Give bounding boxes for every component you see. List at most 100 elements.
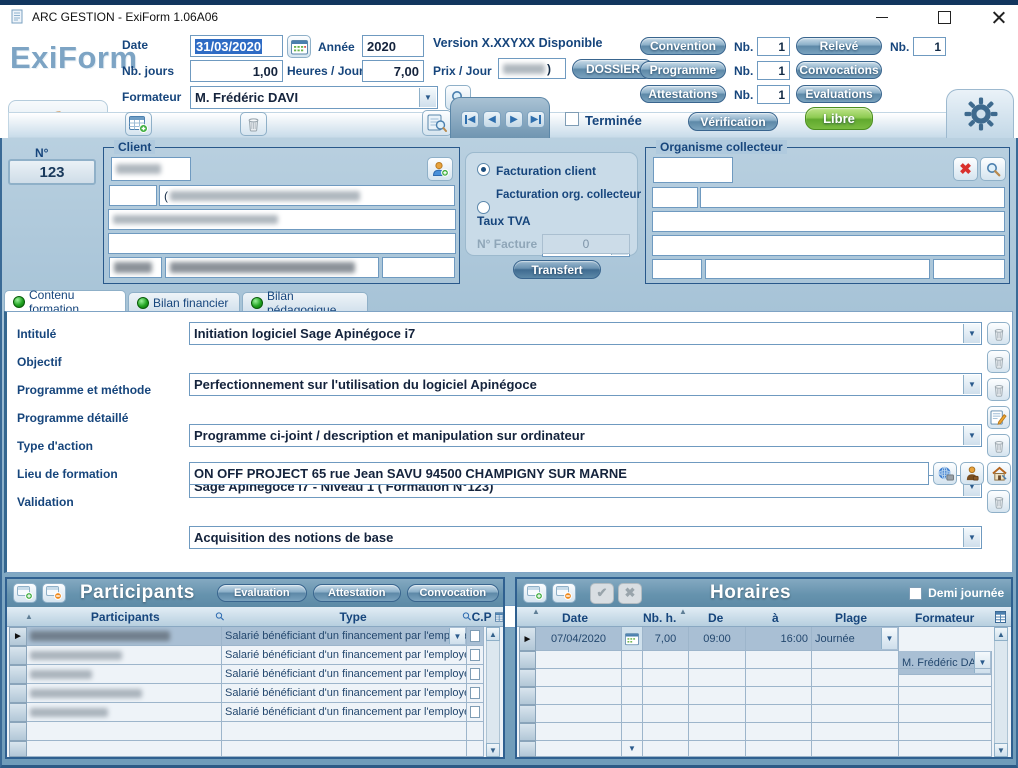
empty-cell[interactable] [536,741,622,757]
formateur-combobox[interactable]: M. Frédéric DAVI ▼ [190,86,438,109]
type-action-delete-button[interactable] [987,434,1010,457]
new-record-button[interactable] [125,112,152,136]
empty-cell[interactable] [27,722,222,741]
cp-checkbox[interactable] [470,706,480,718]
cp-checkbox[interactable] [470,687,480,699]
organisme-address1-input[interactable] [652,211,1005,232]
chevron-down-icon[interactable]: ▼ [963,426,980,445]
lieu-formation-input[interactable]: ON OFF PROJECT 65 rue Jean SAVU 94500 CH… [189,462,929,485]
empty-cell[interactable] [899,669,992,687]
lieu-web-button[interactable] [933,462,957,485]
terminee-checkbox[interactable] [565,112,579,126]
heures-jour-input[interactable]: 7,00 [362,60,424,82]
table-columns-icon[interactable] [495,611,503,623]
programme-button[interactable]: Programme [640,61,726,79]
nb-convention-input[interactable]: 1 [757,37,790,56]
demi-journee-checkbox[interactable] [909,587,922,600]
empty-cell[interactable] [746,651,812,669]
remove-participant-button[interactable] [42,583,66,603]
row-selector[interactable] [9,741,27,757]
nb-releve-input[interactable]: 1 [913,37,946,56]
evaluations-button[interactable]: Evaluations [796,85,882,103]
client-phone-input[interactable]: ( [159,185,455,206]
nav-previous-button[interactable]: ◀ [483,111,501,128]
empty-cell[interactable] [689,669,746,687]
row-selector[interactable] [519,669,536,687]
chevron-down-icon[interactable]: ▼ [449,628,465,644]
participant-name-cell[interactable] [27,665,222,684]
row-selector[interactable]: ► [9,627,27,646]
add-client-button[interactable] [427,157,453,181]
sort-asc-icon[interactable]: ▲ [25,613,33,621]
releve-button[interactable]: Relevé [796,37,882,55]
scroll-down-icon[interactable]: ▼ [486,743,500,757]
intitule-combobox[interactable]: Initiation logiciel Sage Apinégoce i7 ▼ [189,322,982,345]
verification-button[interactable]: Vérification [688,112,778,131]
participant-type-cell[interactable]: Salarié bénéficiant d'un financement par… [222,627,467,646]
empty-cell[interactable] [689,687,746,705]
lieu-contact-button[interactable] [960,462,984,485]
attestation-button[interactable]: Attestation [313,584,401,602]
libre-button[interactable]: Libre [805,107,873,130]
empty-cell[interactable] [643,669,689,687]
convention-button[interactable]: Convention [640,37,726,55]
evaluation-button[interactable]: Evaluation [217,584,307,602]
empty-cell[interactable] [746,723,812,741]
empty-cell[interactable] [899,687,992,705]
empty-cell[interactable] [27,741,222,757]
empty-cell[interactable] [622,723,643,741]
nav-last-button[interactable]: ▶ [527,111,545,128]
empty-cell[interactable] [812,687,899,705]
row-selector[interactable] [9,722,27,741]
organisme-address2-input[interactable] [652,235,1005,256]
empty-cell[interactable] [899,705,992,723]
scroll-up-icon[interactable]: ▲ [994,627,1008,641]
date-calendar-button[interactable] [287,35,311,58]
participant-name-cell[interactable] [27,703,222,722]
cp-checkbox[interactable] [470,630,480,642]
empty-cell[interactable] [643,705,689,723]
organisme-city-input[interactable] [705,259,930,279]
client-civility-input[interactable] [109,185,157,206]
participant-type-cell[interactable]: Salarié bénéficiant d'un financement par… [222,703,467,722]
row-selector[interactable] [519,651,536,669]
nav-first-button[interactable]: ◀ [461,111,479,128]
empty-cell[interactable] [467,722,484,741]
empty-cell[interactable] [622,705,643,723]
sort-asc-icon[interactable]: ▲ [679,608,687,616]
horaire-plage-cell[interactable]: Journée ▼ [812,627,899,651]
empty-cell[interactable] [643,723,689,741]
participant-name-cell[interactable] [27,646,222,665]
client-address2-input[interactable] [108,233,456,254]
row-selector[interactable] [519,687,536,705]
horaire-calendar-button[interactable] [622,627,643,651]
row-selector[interactable] [519,723,536,741]
participant-type-cell[interactable]: Salarié bénéficiant d'un financement par… [222,646,467,665]
add-horaire-button[interactable] [523,583,547,603]
empty-cell[interactable] [899,741,992,757]
row-selector[interactable] [9,703,27,722]
client-postcode-input[interactable] [109,257,162,278]
table-columns-icon[interactable] [995,611,1006,623]
search-icon[interactable] [462,610,472,623]
row-selector[interactable] [9,684,27,703]
horaire-nbh-cell[interactable]: 7,00 [643,627,689,651]
participant-type-cell[interactable]: Salarié bénéficiant d'un financement par… [222,684,467,703]
empty-cell[interactable] [643,651,689,669]
row-selector[interactable] [9,646,27,665]
chevron-down-icon[interactable]: ▼ [963,375,980,394]
convocations-button[interactable]: Convocations [796,61,882,79]
minimize-button[interactable] [862,6,902,28]
organisme-civility-input[interactable] [652,187,698,208]
programme-methode-delete-button[interactable] [987,378,1010,401]
participant-cp-cell[interactable] [467,646,484,665]
close-button[interactable] [978,6,1018,28]
row-selector[interactable] [519,741,536,757]
client-city-input[interactable] [165,257,379,278]
nav-next-button[interactable]: ▶ [505,111,523,128]
participant-cp-cell[interactable] [467,665,484,684]
empty-cell[interactable] [622,669,643,687]
tab-contenu-formation[interactable]: Contenu formation [4,290,126,312]
nb-jours-input[interactable]: 1,00 [190,60,283,82]
empty-cell[interactable] [536,651,622,669]
